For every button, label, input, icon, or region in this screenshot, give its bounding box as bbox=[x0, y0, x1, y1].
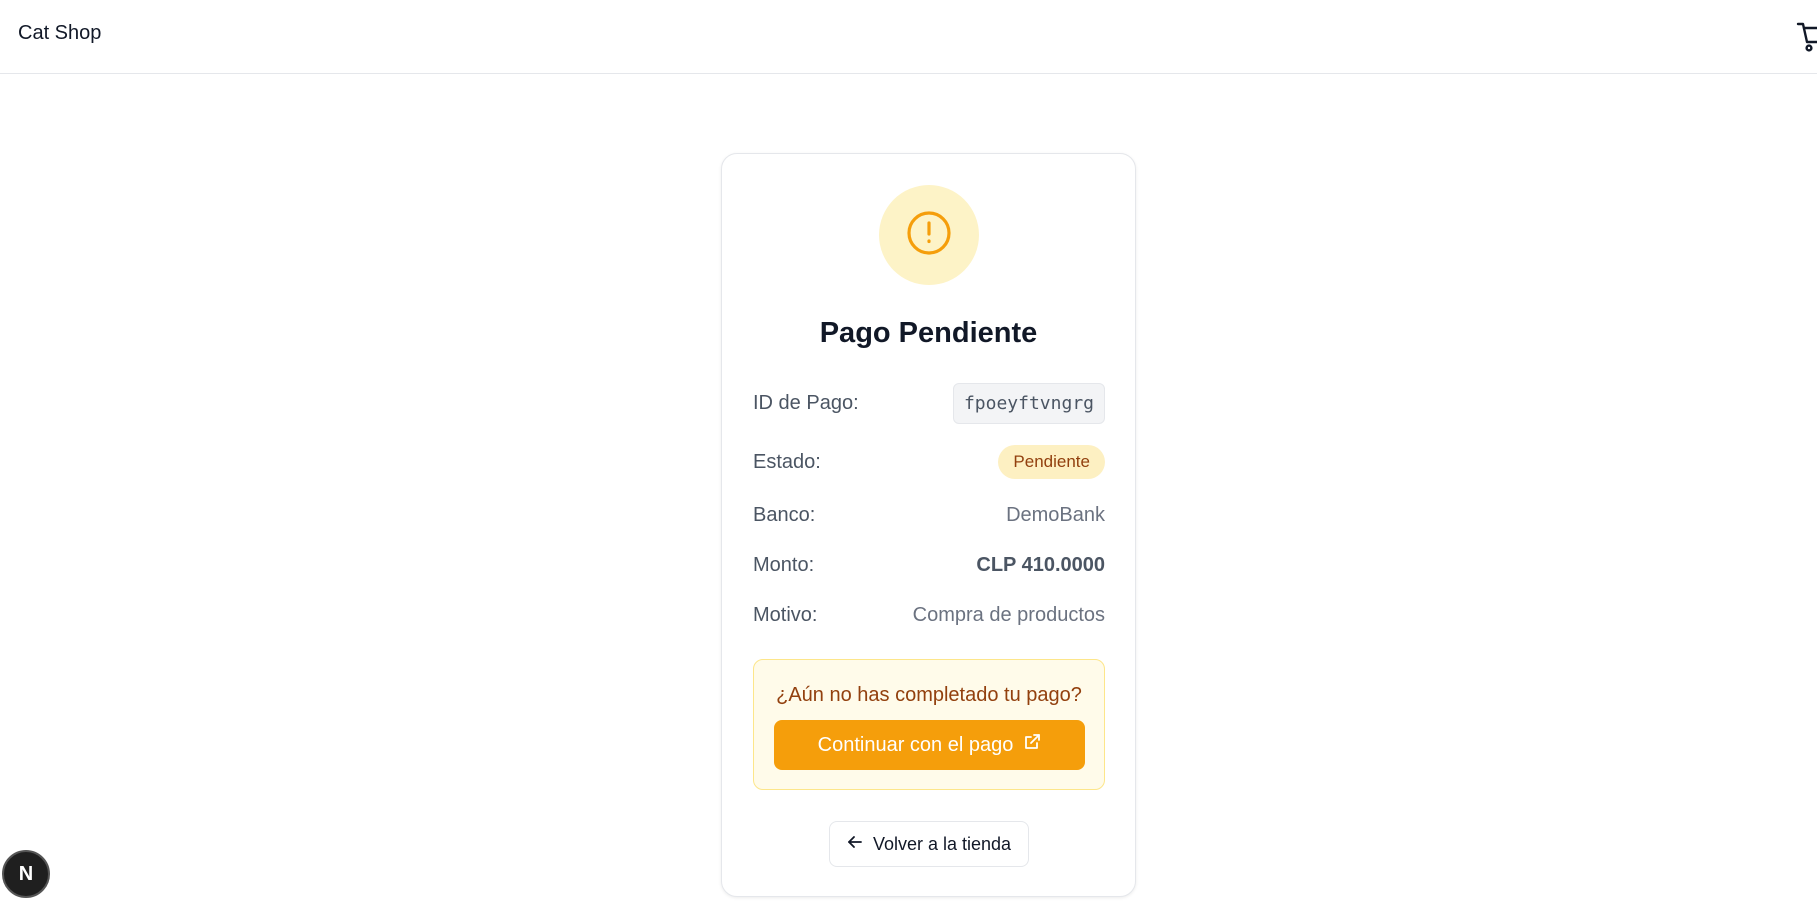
payment-id-value: fpoeyftvngrg bbox=[952, 382, 1105, 424]
bank-value: DemoBank bbox=[1006, 503, 1105, 526]
brand-link[interactable]: Cat Shop bbox=[18, 22, 101, 45]
status-icon-container bbox=[879, 185, 979, 285]
status-row: Estado: Pendiente bbox=[753, 442, 1105, 482]
reason-label: Motivo: bbox=[753, 603, 818, 626]
dev-tools-badge-label: N bbox=[18, 862, 34, 885]
cart-icon[interactable] bbox=[1796, 18, 1817, 52]
pending-notice: ¿Aún no has completado tu pago? Continua… bbox=[753, 659, 1105, 790]
reason-value: Compra de productos bbox=[912, 603, 1105, 626]
amount-value: CLP 410.0000 bbox=[976, 553, 1105, 576]
amount-label: Monto: bbox=[753, 553, 815, 576]
back-to-store-label: Volver a la tienda bbox=[872, 833, 1012, 854]
continue-payment-label: Continuar con el pago bbox=[817, 733, 1014, 756]
payment-card: Pago Pendiente ID de Pago: fpoeyftvngrg … bbox=[721, 153, 1136, 897]
alert-circle-icon bbox=[906, 210, 952, 261]
bank-row: Banco: DemoBank bbox=[753, 495, 1105, 535]
payment-id-row: ID de Pago: fpoeyftvngrg bbox=[753, 382, 1105, 424]
continue-payment-button[interactable]: Continuar con el pago bbox=[774, 720, 1085, 770]
pending-notice-text: ¿Aún no has completado tu pago? bbox=[776, 684, 1082, 706]
dev-tools-badge[interactable]: N bbox=[2, 850, 50, 898]
status-badge: Pendiente bbox=[998, 445, 1105, 479]
reason-row: Motivo: Compra de productos bbox=[753, 595, 1105, 635]
page-title: Pago Pendiente bbox=[819, 317, 1038, 349]
external-link-icon bbox=[1023, 733, 1041, 757]
status-label: Estado: bbox=[753, 450, 821, 473]
back-to-store-button[interactable]: Volver a la tienda bbox=[829, 821, 1029, 867]
navbar: Cat Shop bbox=[0, 0, 1817, 74]
arrow-left-icon bbox=[847, 834, 863, 855]
bank-label: Banco: bbox=[753, 503, 816, 526]
payment-id-label: ID de Pago: bbox=[753, 391, 859, 414]
amount-row: Monto: CLP 410.0000 bbox=[753, 545, 1105, 585]
